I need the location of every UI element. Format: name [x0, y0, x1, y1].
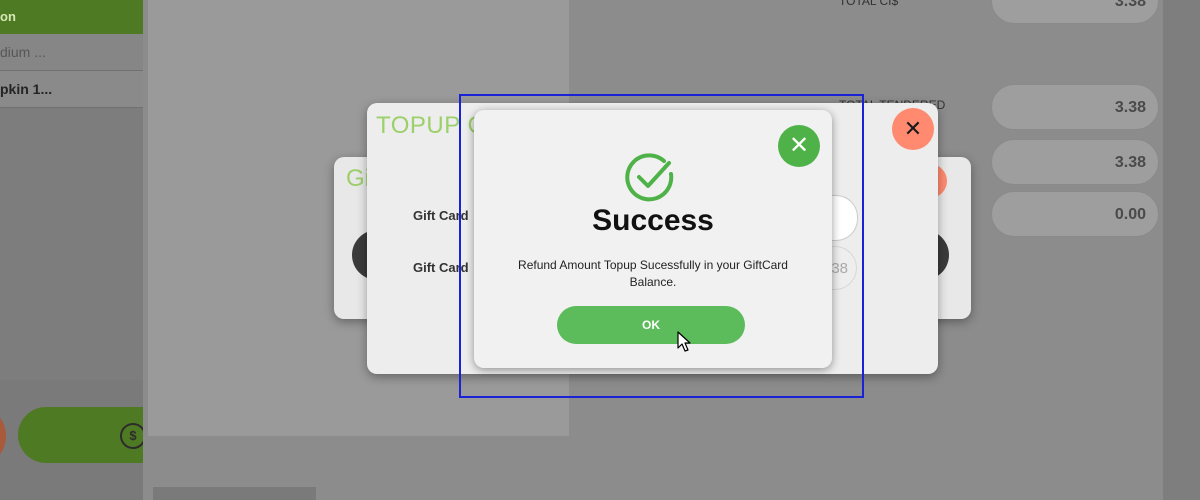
- right-edge: [1163, 0, 1200, 500]
- cart-item-label: dium ...: [0, 44, 46, 60]
- sidebar-header: on: [0, 0, 143, 34]
- total-field: 3.38: [991, 0, 1159, 24]
- total-label: TOTAL CI$: [839, 0, 899, 8]
- bottom-thumbnail: [153, 487, 316, 500]
- mouse-cursor-icon: [677, 331, 691, 352]
- close-icon[interactable]: ✕: [892, 108, 934, 150]
- highlight-box: [459, 94, 864, 398]
- change-field: 0.00: [991, 191, 1159, 237]
- cart-item[interactable]: dium ...: [0, 34, 143, 71]
- cart-item[interactable]: pkin 1...: [0, 71, 143, 108]
- sidebar-header-text: on: [0, 9, 16, 24]
- tendered-field: 3.38: [991, 84, 1159, 130]
- cart-item-label: pkin 1...: [0, 81, 53, 97]
- amount-field: 3.38: [991, 139, 1159, 185]
